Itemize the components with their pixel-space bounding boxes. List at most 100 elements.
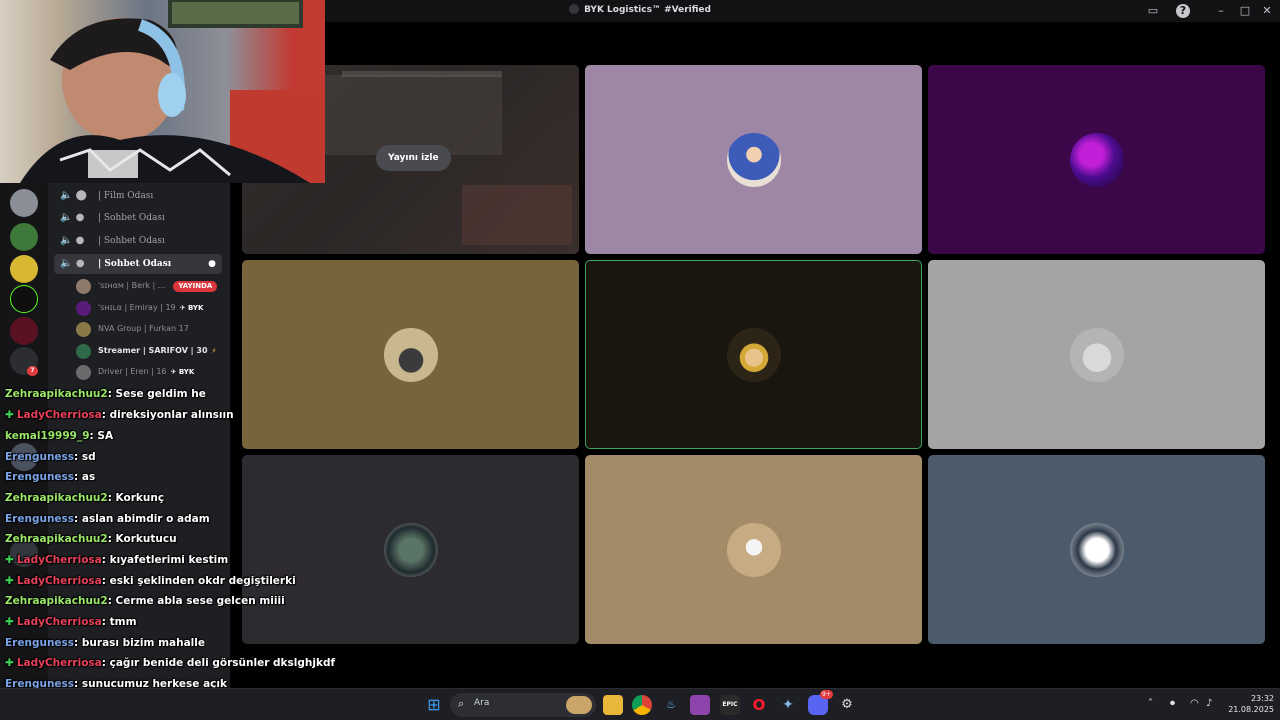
member-name: Streamer | SARIFOV | 30 bbox=[98, 346, 208, 355]
chat-text: : SA bbox=[89, 430, 114, 442]
participant-tile[interactable] bbox=[585, 65, 922, 254]
chat-message: ✚ LadyCherriosa: çağır benide deli görsün… bbox=[5, 654, 335, 672]
kick-server-icon[interactable] bbox=[10, 285, 38, 313]
member-avatar bbox=[76, 279, 91, 294]
chat-message: Zehraapikachuu2: Sese geldim he bbox=[5, 385, 206, 403]
search-placeholder: Ara bbox=[474, 698, 490, 708]
epic-games-icon[interactable]: EPIC bbox=[720, 695, 740, 715]
speaker-icon: 🔈 ● bbox=[60, 212, 85, 223]
microphone-icon[interactable]: ⏺ bbox=[1170, 698, 1175, 709]
server-icon bbox=[569, 4, 580, 14]
chat-message: ✚ LadyCherriosa: direksiyonlar alınsıın bbox=[5, 406, 234, 424]
member-avatar bbox=[76, 301, 91, 316]
chat-username: Zehraapikachuu2 bbox=[5, 595, 108, 607]
chat-text: : Cerme abla sese gelcen miiii bbox=[107, 595, 285, 607]
member-avatar bbox=[76, 365, 91, 380]
close-icon[interactable]: ✕ bbox=[1260, 4, 1274, 18]
chat-message: ✚ LadyCherriosa: eski şeklinden okdr degi… bbox=[5, 572, 296, 590]
inbox-icon[interactable]: ▭ bbox=[1146, 4, 1160, 18]
wifi-icon[interactable]: ◠ bbox=[1190, 698, 1199, 709]
voice-member[interactable]: Driver | Eren | 16 ✈ BYK bbox=[76, 362, 194, 382]
app-icon[interactable]: ⚙ bbox=[837, 695, 857, 715]
participant-avatar bbox=[1069, 522, 1124, 577]
maximize-icon[interactable]: □ bbox=[1238, 4, 1252, 18]
participant-tile[interactable] bbox=[928, 260, 1265, 449]
discord-icon[interactable]: 9+ bbox=[808, 690, 833, 715]
chat-text: : tmm bbox=[101, 616, 137, 628]
chat-username: Erenguness bbox=[5, 451, 75, 463]
discord-badge: 9+ bbox=[820, 690, 833, 699]
plus-icon: ✚ bbox=[5, 657, 14, 669]
minimize-icon[interactable]: – bbox=[1214, 4, 1228, 18]
system-clock[interactable]: 23:32 21.08.2025 bbox=[1226, 693, 1274, 715]
participant-avatar bbox=[726, 132, 781, 187]
chat-text: : direksiyonlar alınsıın bbox=[101, 409, 234, 421]
webcam-overlay bbox=[0, 0, 325, 183]
help-icon[interactable]: ? bbox=[1176, 4, 1190, 18]
search-icon: ⌕ bbox=[458, 697, 465, 710]
server-icon[interactable] bbox=[10, 317, 38, 345]
chat-username: LadyCherriosa bbox=[16, 575, 102, 587]
participant-tile[interactable] bbox=[928, 455, 1265, 644]
taskbar-search[interactable]: ⌕ Ara bbox=[450, 693, 596, 717]
chat-message: Zehraapikachuu2: Korkunç bbox=[5, 489, 164, 507]
chat-username: LadyCherriosa bbox=[16, 409, 102, 421]
chat-message: Erenguness: burası bizim mahalle bbox=[5, 634, 205, 652]
unread-badge: 7 bbox=[27, 366, 38, 376]
voice-member[interactable]: NVA Group | Furkan 17 bbox=[76, 319, 189, 339]
voice-member[interactable]: Streamer | SARIFOV | 30 ⚡ bbox=[76, 341, 216, 361]
taskbar: ⊞ ⌕ Ara ♨ EPIC O ✦ 9+ ⚙ ˄ ⏺ ◠ ♪ 23:32 21… bbox=[0, 688, 1280, 720]
server-icon[interactable] bbox=[10, 189, 38, 217]
steam-icon[interactable]: ♨ bbox=[661, 695, 681, 715]
channel-sohbet-odasi[interactable]: 🔈 ● | Sohbet Odası bbox=[54, 231, 222, 251]
chat-username: LadyCherriosa bbox=[16, 657, 102, 669]
participant-avatar bbox=[1069, 327, 1124, 382]
participant-tile[interactable] bbox=[242, 455, 579, 644]
member-name: Driver | Eren | 16 bbox=[98, 367, 167, 376]
live-badge: YAYINDA bbox=[173, 281, 218, 292]
windows-start-icon[interactable]: ⊞ bbox=[424, 695, 444, 715]
channel-label: | Sohbet Odası bbox=[98, 213, 165, 223]
participant-tile[interactable] bbox=[242, 260, 579, 449]
server-icon[interactable] bbox=[10, 255, 38, 283]
chat-bubble-icon[interactable]: ● bbox=[208, 254, 216, 274]
participant-avatar bbox=[383, 522, 438, 577]
voice-member[interactable]: 'sʜɪʟα | Emiray | 19 ✈ BYK bbox=[76, 298, 203, 318]
volume-icon[interactable]: ♪ bbox=[1206, 698, 1212, 709]
channel-sohbet-odasi[interactable]: 🔈 ● | Sohbet Odası bbox=[54, 208, 222, 228]
chat-text: : burası bizim mahalle bbox=[74, 637, 205, 649]
chat-text: : kıyafetlerimi kestim bbox=[101, 554, 229, 566]
opera-icon[interactable]: O bbox=[749, 695, 769, 715]
member-tag: ✈ BYK bbox=[179, 304, 204, 312]
server-icon[interactable] bbox=[10, 223, 38, 251]
app-icon[interactable] bbox=[690, 695, 710, 715]
chat-text: : Korkunç bbox=[107, 492, 165, 504]
plus-icon: ✚ bbox=[5, 554, 14, 566]
speaker-icon: 🔈 ● bbox=[60, 258, 85, 269]
chat-message: kemal19999_9: SA bbox=[5, 427, 113, 445]
clock-date: 21.08.2025 bbox=[1228, 705, 1274, 714]
plus-icon: ✚ bbox=[5, 616, 14, 628]
member-name: NVA Group | Furkan 17 bbox=[98, 324, 189, 333]
plus-icon: ✚ bbox=[5, 409, 14, 421]
channel-sohbet-odasi-selected[interactable]: 🔈 ● | Sohbet Odası ● bbox=[54, 254, 222, 274]
chat-username: kemal19999_9 bbox=[5, 430, 90, 442]
participant-avatar bbox=[726, 522, 781, 577]
member-name: 'sʜɪʟα | Emiray | 19 bbox=[98, 303, 176, 312]
participant-tile-speaking[interactable] bbox=[585, 260, 922, 449]
channel-film-odasi[interactable]: 🔈 ⬤ | Film Odası bbox=[54, 186, 222, 206]
game-app-icon[interactable]: ✦ bbox=[778, 695, 798, 715]
file-explorer-icon[interactable] bbox=[603, 695, 623, 715]
voice-stage: Yayını izle bbox=[230, 22, 1280, 688]
chat-username: Erenguness bbox=[5, 637, 75, 649]
participant-avatar bbox=[726, 327, 781, 382]
watch-stream-button[interactable]: Yayını izle bbox=[376, 145, 451, 171]
plus-icon: ✚ bbox=[5, 575, 14, 587]
member-tag: ✈ BYK bbox=[170, 368, 195, 376]
chat-text: : sd bbox=[74, 451, 96, 463]
participant-tile[interactable] bbox=[585, 455, 922, 644]
chevron-up-icon[interactable]: ˄ bbox=[1148, 698, 1153, 709]
participant-tile[interactable] bbox=[928, 65, 1265, 254]
voice-member[interactable]: 'sɪнαм | Berk | ... YAYINDA bbox=[76, 276, 218, 296]
chrome-icon[interactable] bbox=[632, 695, 652, 715]
